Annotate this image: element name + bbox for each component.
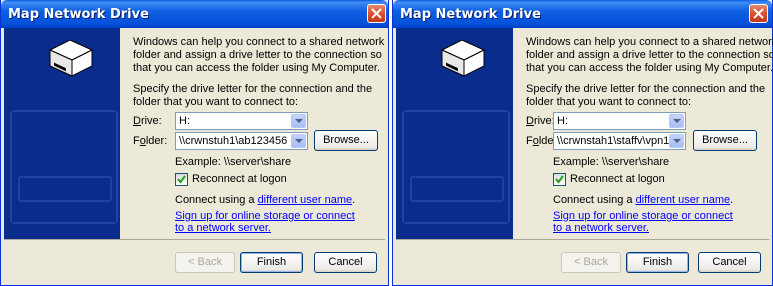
connect-using-text: Connect using a different user name.: [553, 194, 734, 206]
wizard-side-banner: [396, 28, 513, 241]
banner-decoration: [18, 176, 112, 202]
cancel-button[interactable]: Cancel: [314, 252, 377, 273]
finish-button[interactable]: Finish: [240, 252, 303, 273]
intro-text: Windows can help you connect to a shared…: [526, 36, 773, 74]
chevron-down-icon[interactable]: [669, 134, 684, 148]
network-drive-icon: [440, 39, 486, 77]
reconnect-label: Reconnect at logon: [570, 173, 665, 185]
finish-button[interactable]: Finish: [626, 252, 689, 273]
cancel-button[interactable]: Cancel: [698, 252, 761, 273]
dialog-footer: < Back Finish Cancel: [4, 239, 385, 282]
browse-button[interactable]: Browse...: [693, 130, 757, 151]
dialog-title: Map Network Drive: [400, 7, 541, 22]
back-button[interactable]: < Back: [175, 252, 235, 273]
reconnect-checkbox[interactable]: [175, 173, 188, 186]
dialog-content: Windows can help you connect to a shared…: [120, 28, 385, 240]
drive-select[interactable]: H:: [553, 112, 686, 130]
reconnect-label: Reconnect at logon: [192, 173, 287, 185]
chevron-down-icon[interactable]: [291, 114, 306, 128]
wizard-side-banner: [4, 28, 120, 241]
dialog-content: Windows can help you connect to a shared…: [513, 28, 773, 240]
folder-label: Folder:: [133, 135, 168, 147]
drive-select-value: H:: [557, 115, 568, 127]
folder-input-value: \\crwnstah1\staffv\vpn10: [557, 135, 669, 147]
banner-decoration: [402, 110, 510, 224]
intro-text: Windows can help you connect to a shared…: [133, 36, 385, 74]
drive-select[interactable]: H:: [175, 112, 308, 130]
example-text: Example: \\server\share: [553, 156, 670, 168]
title-bar[interactable]: Map Network Drive: [1, 0, 388, 28]
folder-combobox[interactable]: \\crwnstah1\staffv\vpn10: [553, 132, 686, 150]
checkmark-icon: [177, 175, 186, 184]
dialog-title: Map Network Drive: [8, 7, 149, 22]
close-icon: [753, 8, 764, 19]
drive-select-value: H:: [179, 115, 190, 127]
folder-combobox[interactable]: \\crwnstuh1\ab123456: [175, 132, 308, 150]
map-network-drive-dialog-right: Map Network Drive Windows can help you c…: [392, 0, 773, 286]
different-user-name-link[interactable]: different user name: [636, 194, 731, 206]
signup-online-storage-link[interactable]: Sign up for online storage or connect to…: [175, 210, 365, 234]
banner-decoration: [410, 176, 504, 202]
chevron-down-icon[interactable]: [669, 114, 684, 128]
instructions-text: Specify the drive letter for the connect…: [526, 83, 766, 108]
reconnect-checkbox[interactable]: [553, 173, 566, 186]
browse-button[interactable]: Browse...: [314, 130, 378, 151]
close-icon: [371, 8, 382, 19]
map-network-drive-dialog-left: Map Network Drive Windows can help you c…: [0, 0, 389, 286]
different-user-name-link[interactable]: different user name: [258, 194, 353, 206]
checkmark-icon: [555, 175, 564, 184]
folder-input-value: \\crwnstuh1\ab123456: [179, 135, 288, 147]
banner-decoration: [10, 110, 118, 224]
title-bar[interactable]: Map Network Drive: [393, 0, 772, 28]
back-button[interactable]: < Back: [561, 252, 621, 273]
example-text: Example: \\server\share: [175, 156, 292, 168]
instructions-text: Specify the drive letter for the connect…: [133, 83, 373, 108]
chevron-down-icon[interactable]: [291, 134, 306, 148]
drive-label: Drive:: [133, 115, 162, 127]
drive-label: Drive:: [526, 115, 555, 127]
dialog-footer: < Back Finish Cancel: [396, 239, 769, 282]
signup-online-storage-link[interactable]: Sign up for online storage or connect to…: [553, 210, 743, 234]
close-button[interactable]: [367, 4, 386, 23]
network-drive-icon: [48, 39, 94, 77]
close-button[interactable]: [749, 4, 768, 23]
connect-using-text: Connect using a different user name.: [175, 194, 356, 206]
